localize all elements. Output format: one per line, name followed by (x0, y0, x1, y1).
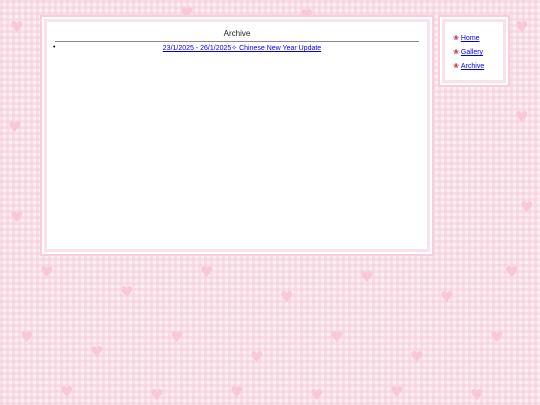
flower-icon: ❀ (453, 48, 459, 56)
heart-icon: ♥ (410, 348, 424, 366)
heart-icon: ♥ (170, 328, 184, 346)
heart-icon: ♥ (505, 263, 519, 281)
heart-icon: ♥ (20, 328, 34, 346)
flower-icon: ❀ (453, 34, 459, 42)
archive-list: • 23/1/2025 - 26/1/2025✧ Chinese New Yea… (47, 44, 427, 52)
list-item: • 23/1/2025 - 26/1/2025✧ Chinese New Yea… (53, 44, 427, 52)
nav-item-gallery[interactable]: ❀ Gallery (453, 48, 503, 56)
heart-icon: ♥ (490, 328, 504, 346)
heart-icon: ♥ (440, 288, 454, 306)
flower-icon: ❀ (453, 62, 459, 70)
archive-panel: Archive • 23/1/2025 - 26/1/2025✧ Chinese… (44, 19, 430, 252)
archive-entry-link[interactable]: 23/1/2025 - 26/1/2025✧ Chinese New Year … (163, 45, 321, 52)
navigation-panel: ❀ Home ❀ Gallery ❀ Archive (442, 19, 506, 83)
heart-icon: ♥ (10, 208, 24, 226)
nav-link-archive[interactable]: Archive (461, 63, 484, 70)
heart-icon: ♥ (520, 198, 534, 216)
heart-icon: ♥ (150, 386, 164, 404)
nav-item-archive[interactable]: ❀ Archive (453, 62, 503, 70)
heart-icon: ♥ (120, 283, 134, 301)
page-title: Archive (55, 22, 419, 42)
nav-link-gallery[interactable]: Gallery (461, 49, 483, 56)
heart-icon: ♥ (250, 348, 264, 366)
heart-icon: ♥ (515, 18, 529, 36)
heart-icon: ♥ (280, 288, 294, 306)
heart-icon: ♥ (390, 383, 404, 401)
heart-icon: ♥ (10, 18, 24, 36)
nav-item-home[interactable]: ❀ Home (453, 34, 503, 42)
heart-icon: ♥ (360, 268, 374, 286)
heart-icon: ♥ (470, 386, 484, 404)
heart-icon: ♥ (60, 383, 74, 401)
nav-menu: ❀ Home ❀ Gallery ❀ Archive (445, 22, 503, 70)
heart-icon: ♥ (330, 328, 344, 346)
heart-icon: ♥ (230, 383, 244, 401)
heart-icon: ♥ (8, 118, 22, 136)
heart-icon: ♥ (515, 108, 529, 126)
nav-link-home[interactable]: Home (461, 35, 480, 42)
heart-icon: ♥ (310, 386, 324, 404)
heart-icon: ♥ (40, 263, 54, 281)
heart-icon: ♥ (200, 263, 214, 281)
bullet-icon: • (53, 44, 56, 51)
heart-icon: ♥ (90, 343, 104, 361)
